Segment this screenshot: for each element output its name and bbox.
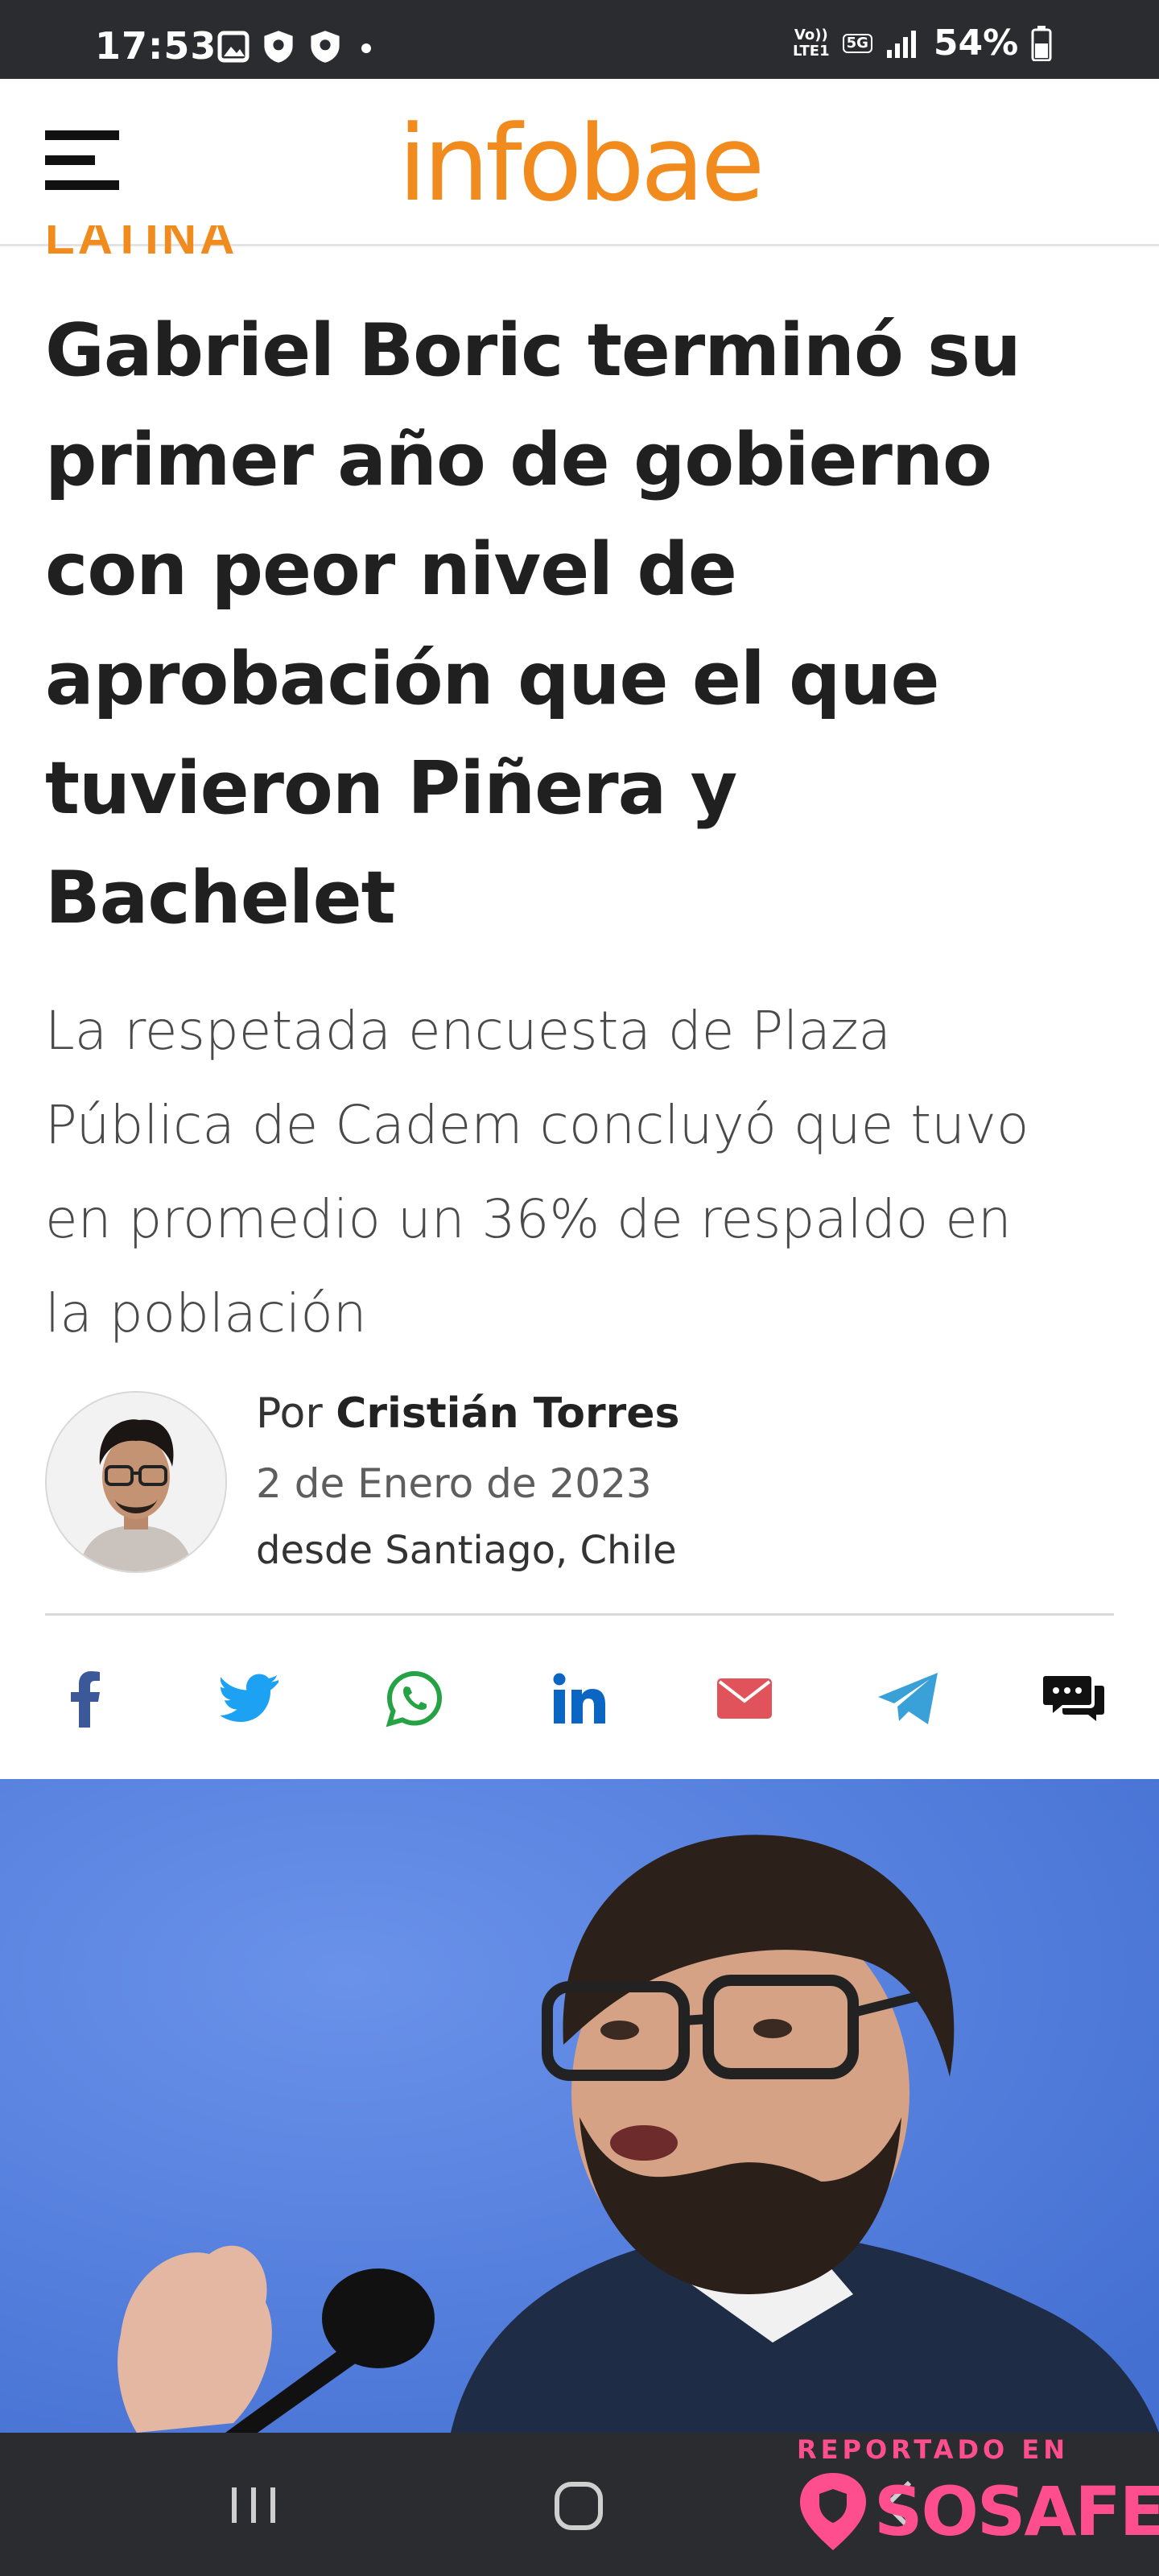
volte-indicator: Vo)) LTE1	[793, 26, 830, 60]
hero-photo	[0, 1779, 1159, 2433]
section-label[interactable]: LATINA	[45, 225, 238, 254]
linkedin-share-button[interactable]	[539, 1658, 620, 1739]
battery-icon	[1031, 25, 1052, 61]
facebook-icon	[71, 1671, 100, 1728]
telegram-icon	[878, 1673, 938, 1724]
headline-line: tuvieron Piñera y	[45, 746, 737, 831]
shield-icon	[264, 31, 293, 63]
status-notification-icons	[217, 29, 378, 64]
author-portrait	[47, 1393, 225, 1571]
publish-date: 2 de Enero de 2023	[256, 1460, 652, 1507]
status-bar: 17:53 Vo)) LTE1 5G 54%	[0, 0, 1159, 79]
article-headline: Gabriel Boric terminó su primer año de g…	[45, 296, 1107, 953]
menu-icon[interactable]	[45, 130, 119, 196]
email-icon	[716, 1678, 772, 1719]
battery-percent: 54%	[933, 23, 1019, 64]
article-subtitle: La respetada encuesta de Plaza Pública d…	[45, 984, 1124, 1360]
byline: Por Cristián Torres	[256, 1389, 680, 1438]
subtitle-line: Pública de Cadem concluyó que tuvo	[45, 1094, 1029, 1156]
headline-line: Gabriel Boric terminó su	[45, 308, 1021, 393]
author-avatar[interactable]	[45, 1391, 227, 1573]
gallery-icon	[217, 31, 250, 63]
status-time: 17:53	[95, 24, 217, 68]
five-g-indicator: 5G	[842, 33, 872, 53]
article-hero-image[interactable]	[0, 1779, 1159, 2433]
sosafe-pin-icon	[800, 2473, 866, 2550]
comments-button[interactable]	[1033, 1658, 1114, 1739]
author-name[interactable]: Cristián Torres	[336, 1389, 679, 1438]
sosafe-brand: SOSAFE	[874, 2472, 1159, 2551]
divider	[45, 1613, 1114, 1616]
home-icon[interactable]	[547, 2473, 612, 2537]
telegram-share-button[interactable]	[868, 1658, 949, 1739]
infobae-logo[interactable]: infobae	[378, 103, 781, 224]
twitter-icon	[220, 1674, 278, 1722]
by-prefix: Por	[256, 1389, 323, 1438]
subtitle-line: La respetada encuesta de Plaza	[45, 1000, 892, 1062]
subtitle-line: la población	[45, 1282, 367, 1344]
signal-icon	[886, 30, 916, 58]
subtitle-line: en promedio un 36% de respaldo en	[45, 1188, 1012, 1250]
headline-line: aprobación que el que	[45, 637, 940, 721]
recent-apps-icon[interactable]	[225, 2473, 282, 2537]
dateline-location: desde Santiago, Chile	[256, 1528, 677, 1573]
twitter-share-button[interactable]	[210, 1658, 291, 1739]
whatsapp-share-button[interactable]	[374, 1658, 455, 1739]
sosafe-watermark: SOSAFE	[797, 2471, 1159, 2552]
linkedin-icon	[553, 1673, 605, 1724]
comments-icon	[1042, 1676, 1104, 1721]
site-header: infobae	[0, 79, 1159, 246]
status-system-icons: Vo)) LTE1 5G 54%	[793, 23, 1052, 64]
facebook-share-button[interactable]	[45, 1658, 126, 1739]
share-bar	[45, 1658, 1114, 1739]
whatsapp-icon	[386, 1670, 443, 1728]
dot-icon	[361, 43, 371, 53]
headline-line: primer año de gobierno	[45, 418, 992, 502]
reported-label: REPORTADO EN	[797, 2434, 1070, 2465]
headline-line: con peor nivel de	[45, 527, 737, 612]
headline-line: Bachelet	[45, 856, 396, 940]
shield-icon	[311, 31, 340, 63]
email-share-button[interactable]	[704, 1658, 785, 1739]
